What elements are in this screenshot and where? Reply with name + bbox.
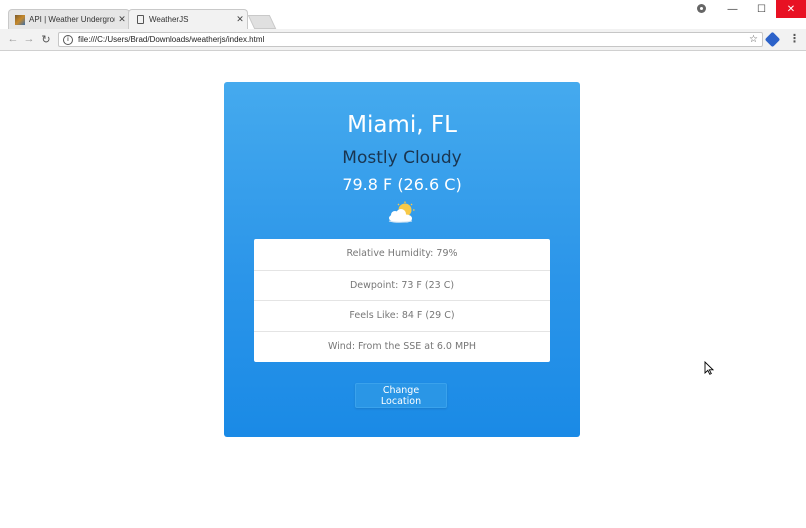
tab-weatherjs[interactable]: WeatherJS ✕ (128, 9, 248, 29)
change-location-button[interactable]: Change Location (355, 383, 447, 408)
tab-strip: API | Weather Undergrou ✕ WeatherJS ✕ — … (0, 0, 806, 29)
temperature: 79.8 F (26.6 C) (342, 175, 462, 194)
list-item-feels-like: Feels Like: 84 F (29 C) (254, 300, 550, 331)
weather-description: Mostly Cloudy (342, 148, 462, 168)
window-controls: — ☐ ✕ (718, 0, 806, 18)
location-title: Miami, FL (347, 112, 457, 138)
tab-weather-underground[interactable]: API | Weather Undergrou ✕ (8, 9, 130, 29)
tab-title: WeatherJS (149, 15, 189, 24)
forward-arrow-icon[interactable]: → (22, 32, 36, 46)
list-item-dewpoint: Dewpoint: 73 F (23 C) (254, 269, 550, 301)
tab-close-icon[interactable]: ✕ (115, 14, 129, 25)
browser-chrome: API | Weather Undergrou ✕ WeatherJS ✕ — … (0, 0, 806, 51)
address-bar[interactable]: i file:///C:/Users/Brad/Downloads/weathe… (58, 32, 763, 47)
url-text[interactable]: file:///C:/Users/Brad/Downloads/weatherj… (78, 35, 749, 44)
minimize-button[interactable]: — (718, 0, 747, 18)
browser-toolbar: ← → ↻ i file:///C:/Users/Brad/Downloads/… (0, 29, 806, 50)
browser-menu-icon[interactable]: ⋮ (789, 33, 800, 46)
document-favicon-icon (137, 15, 144, 24)
info-icon[interactable]: i (63, 34, 73, 45)
mouse-cursor-icon (704, 361, 714, 375)
partly-cloudy-icon (388, 201, 415, 223)
maximize-button[interactable]: ☐ (747, 0, 776, 18)
back-arrow-icon[interactable]: ← (6, 32, 20, 46)
weather-card: Miami, FL Mostly Cloudy 79.8 F (26.6 C) … (224, 82, 580, 437)
list-item-wind: Wind: From the SSE at 6.0 MPH (254, 330, 550, 362)
bookmark-star-icon[interactable]: ☆ (749, 34, 758, 45)
tab-close-icon[interactable]: ✕ (233, 14, 247, 25)
close-window-button[interactable]: ✕ (776, 0, 806, 18)
weather-details-list: Relative Humidity: 79% Dewpoint: 73 F (2… (254, 239, 550, 362)
list-item-humidity: Relative Humidity: 79% (346, 248, 458, 259)
account-icon[interactable] (697, 4, 706, 13)
reload-icon[interactable]: ↻ (39, 32, 53, 46)
new-tab-button[interactable] (247, 15, 277, 29)
tab-title: API | Weather Undergrou (29, 15, 115, 24)
weather-underground-favicon-icon (15, 14, 25, 25)
